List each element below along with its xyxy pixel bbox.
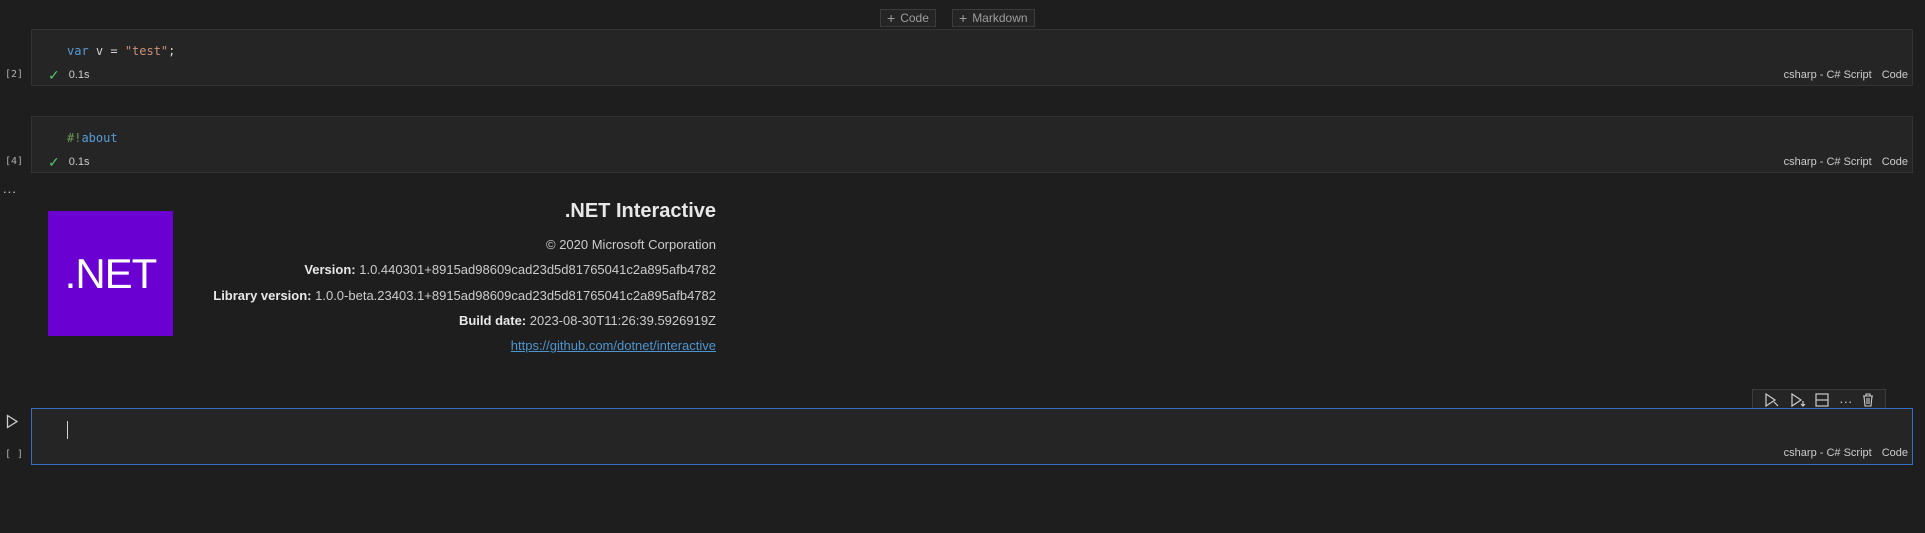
cell-language-bar-2: csharp - C# Script Code <box>1784 156 1908 168</box>
split-cell-icon[interactable] <box>1815 393 1830 409</box>
cell-editor-1[interactable]: var v = "test"; <box>67 43 175 59</box>
execution-count-1: [2] <box>5 69 24 80</box>
output-link-row: https://github.com/dotnet/interactive <box>180 338 716 353</box>
code-cell-2[interactable]: #!about ✓ 0.1s csharp - C# Script Code <box>31 116 1913 173</box>
code-cell-1[interactable]: var v = "test"; ✓ 0.1s csharp - C# Scrip… <box>31 29 1913 86</box>
execution-count-2: [4] <box>5 156 24 167</box>
language-picker[interactable]: csharp - C# Script <box>1784 156 1872 168</box>
delete-cell-icon[interactable] <box>1862 393 1874 409</box>
add-markdown-cell-button[interactable]: + Markdown <box>952 9 1035 27</box>
add-code-cell-button[interactable]: + Code <box>880 9 936 27</box>
execute-above-icon[interactable] <box>1764 392 1780 409</box>
cell-status-1: ✓ 0.1s <box>48 68 90 82</box>
execution-count-3: [ ] <box>5 449 24 460</box>
add-code-label: Code <box>900 11 929 25</box>
success-check-icon: ✓ <box>48 154 60 170</box>
output-library-version: Library version: 1.0.0-beta.23403.1+8915… <box>213 288 716 303</box>
output-version: Version: 1.0.440301+8915ad98609cad23d5d8… <box>304 262 716 277</box>
output-title: .NET Interactive <box>564 200 716 222</box>
cell-kind-picker[interactable]: Code <box>1882 69 1908 81</box>
cell-language-bar-3: csharp - C# Script Code <box>1784 447 1908 459</box>
text-cursor <box>67 421 68 439</box>
language-picker[interactable]: csharp - C# Script <box>1784 69 1872 81</box>
output-more-icon[interactable]: ... <box>3 181 17 196</box>
more-actions-icon[interactable]: ··· <box>1839 395 1852 408</box>
code-cell-3[interactable]: csharp - C# Script Code <box>31 408 1913 465</box>
output-copyright: © 2020 Microsoft Corporation <box>546 237 716 252</box>
run-cell-icon[interactable] <box>6 414 19 432</box>
execution-duration: 0.1s <box>68 156 90 168</box>
plus-icon: + <box>959 10 968 26</box>
cell-language-bar-1: csharp - C# Script Code <box>1784 69 1908 81</box>
output-build-date: Build date: 2023-08-30T11:26:39.5926919Z <box>458 313 716 328</box>
add-markdown-label: Markdown <box>972 11 1028 25</box>
language-picker[interactable]: csharp - C# Script <box>1784 447 1872 459</box>
cell-kind-picker[interactable]: Code <box>1882 156 1908 168</box>
execute-below-icon[interactable] <box>1790 392 1806 409</box>
cell-kind-picker[interactable]: Code <box>1882 447 1908 459</box>
github-link[interactable]: https://github.com/dotnet/interactive <box>511 338 716 353</box>
plus-icon: + <box>887 10 896 26</box>
cell-status-2: ✓ 0.1s <box>48 155 90 169</box>
execution-duration: 0.1s <box>68 69 90 81</box>
cell-editor-2[interactable]: #!about <box>67 130 118 146</box>
success-check-icon: ✓ <box>48 67 60 83</box>
dotnet-logo: .NET <box>48 211 173 336</box>
